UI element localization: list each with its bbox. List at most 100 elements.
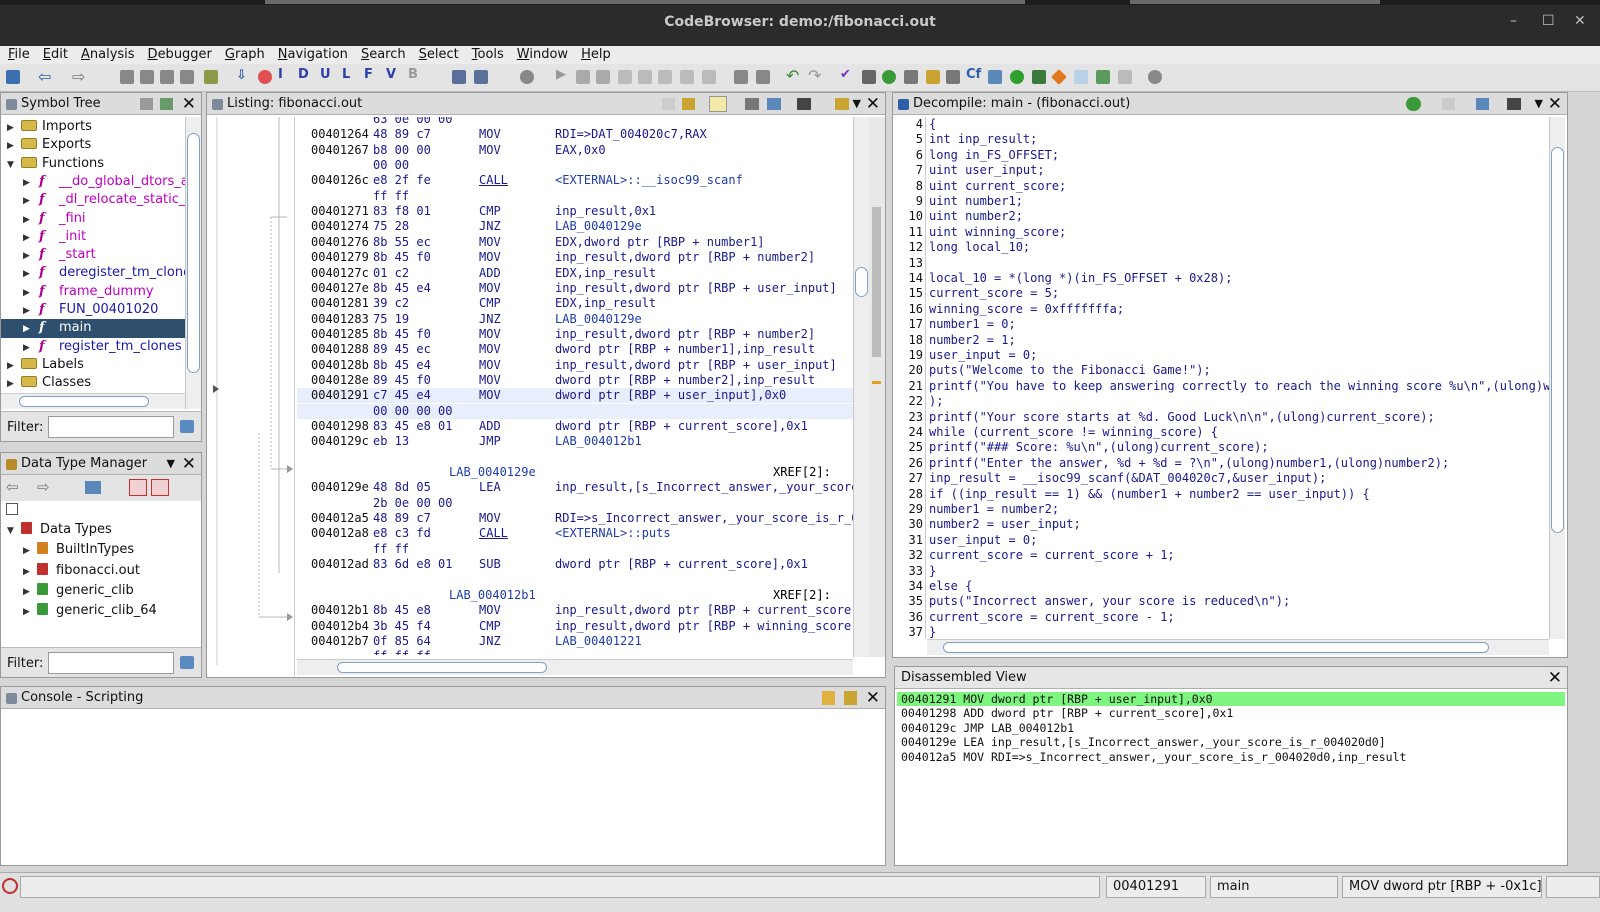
decompiler-line[interactable]: 29 number1 = number2; [893,502,1549,517]
code-text[interactable]: ); [929,394,943,409]
mnemonic[interactable]: MOV [479,281,501,296]
code-text[interactable]: local_10 = *(long *)(in_FS_OFFSET + 0x28… [929,271,1232,286]
save-icon[interactable] [6,70,20,84]
chevron-down-icon[interactable]: ▼ [853,93,861,115]
step-icon[interactable] [702,70,716,84]
scroll-thumb[interactable] [187,133,200,373]
disassembled-line[interactable]: 0040129c JMP LAB_004012b1 [901,721,1074,735]
close-icon[interactable]: ✕ [1548,667,1562,689]
decompiler-line[interactable]: 25 printf("### Score: %u\n",(ulong)curre… [893,440,1549,455]
operand[interactable]: LAB_004012b1 [555,434,642,449]
decompiler-line[interactable]: 4{ [893,117,1549,132]
address[interactable]: 004012b7 [311,634,369,649]
redo-icon[interactable]: ↷ [808,66,822,85]
value-icon[interactable]: V [386,67,400,82]
listing-row[interactable]: 63 0e 00 00 [297,117,853,127]
address[interactable]: 00401298 [311,419,369,434]
navigate-icon[interactable] [204,70,218,84]
listing-row[interactable]: 00401285 8b 45 f0 MOV inp_result,dword ptr … [297,327,853,342]
operand[interactable]: LAB_0040129e [555,219,642,234]
listing-row[interactable]: 0040126c e8 2f fe CALL <EXTERNAL>::__isoc99… [297,173,853,188]
close-icon[interactable]: ✕ [866,93,880,115]
chevron-down-icon[interactable]: ▼ [167,453,175,475]
copy-icon[interactable] [1442,98,1455,110]
code-text[interactable]: current_score = 5; [929,286,1059,301]
listing-label-row[interactable]: LAB_0040129e XREF[2]: [297,465,853,480]
listing-row[interactable]: 2b 0e 00 00 [297,496,853,511]
tool-icon[interactable] [862,70,876,84]
code-label[interactable]: LAB_0040129e [449,465,536,480]
copy-icon[interactable] [662,98,675,110]
code-text[interactable]: user_input = 0; [929,533,1037,548]
scroll-thumb[interactable] [855,267,868,297]
mnemonic[interactable]: JNZ [479,219,501,234]
vertical-scrollbar[interactable] [185,117,201,409]
menu-select[interactable]: Select [411,46,464,64]
instruction-icon[interactable]: I [278,67,292,82]
operand[interactable]: EDX,dword ptr [RBP + number1] [555,235,765,250]
mnemonic[interactable]: MOV [479,373,501,388]
tree-folder-item[interactable]: ▶ Labels [1,356,185,375]
operand[interactable]: LAB_0040129e [555,312,642,327]
listing-row[interactable]: 00 00 [297,158,853,173]
decompiler-line[interactable]: 16 winning_score = 0xfffffffa; [893,302,1549,317]
operand[interactable]: inp_result,dword ptr [RBP + winning_scor… [555,619,853,634]
listing-row[interactable]: 004012b1 8b 45 e8 MOV inp_result,dword ptr … [297,603,853,618]
filter-options-icon[interactable] [180,656,194,669]
decompiler-line[interactable]: 9 uint number1; [893,194,1549,209]
operand[interactable]: inp_result,0x1 [555,204,656,219]
filter-options-icon[interactable] [180,420,194,433]
address[interactable]: 00401285 [311,327,369,342]
listing-row[interactable]: 0040127c 01 c2 ADD EDX,inp_result [297,266,853,281]
decompiler-line[interactable]: 14 local_10 = *(long *)(in_FS_OFFSET + 0… [893,271,1549,286]
close-icon[interactable]: ✕ [1548,93,1562,115]
menu-tools[interactable]: Tools [464,46,509,64]
filter-icon[interactable] [129,479,147,496]
code-label[interactable]: LAB_004012b1 [449,588,536,603]
menu-analysis[interactable]: Analysis [73,46,140,64]
code-text[interactable]: uint number1; [929,194,1023,209]
run-icon[interactable] [1010,70,1024,84]
step-icon[interactable] [638,70,652,84]
decompiler-line[interactable]: 12 long local_10; [893,240,1549,255]
data-type-archive-item[interactable]: ▶ fibonacci.out [1,562,140,581]
address[interactable]: 004012b1 [311,603,369,618]
disassembled-line[interactable]: 004012a5 MOV RDI=>s_Incorrect_answer,_yo… [901,750,1406,764]
tree-toggle-icon[interactable]: ▶ [7,119,17,137]
disassembled-line[interactable]: 00401291 MOV dword ptr [RBP + user_input… [897,692,1565,707]
navigate-icon[interactable] [120,70,134,84]
address[interactable]: 0040127e [311,281,369,296]
data-type-archive-item[interactable]: ▶ generic_clib_64 [1,602,157,621]
code-text[interactable]: uint user_input; [929,163,1045,178]
listing-row[interactable] [297,450,853,465]
code-text[interactable]: } [929,564,936,579]
tool-icon[interactable] [85,481,101,494]
scroll-thumb[interactable] [337,662,547,673]
code-text[interactable]: } [929,625,936,639]
stop-icon[interactable] [258,70,272,84]
folder-icon[interactable] [926,70,940,84]
undo-icon[interactable]: ↶ [786,66,800,85]
address[interactable]: 00401291 [311,388,369,403]
code-text[interactable]: if ((inp_result == 1) && (number1 + numb… [929,487,1370,502]
tool-icon[interactable] [140,98,153,110]
code-text[interactable]: number2 = 1; [929,333,1016,348]
listing-row[interactable]: ff ff [297,542,853,557]
code-text[interactable]: long in_FS_OFFSET; [929,148,1059,163]
decompiler-line[interactable]: 10 uint number2; [893,209,1549,224]
address[interactable]: 00401274 [311,219,369,234]
tree-toggle-icon[interactable]: ▶ [23,265,33,283]
tree-folder-item[interactable]: ▼ Functions [1,155,185,174]
disassembled-line[interactable]: 0040129e LEA inp_result,[s_Incorrect_ans… [901,735,1386,749]
filter-input[interactable] [48,652,174,674]
operand[interactable]: inp_result,dword ptr [RBP + user_input] [555,281,837,296]
code-text[interactable]: puts("Incorrect answer, your score is re… [929,594,1290,609]
tree-toggle-icon[interactable]: ▶ [7,375,17,393]
tool-icon[interactable] [452,70,466,84]
mnemonic[interactable]: MOV [479,358,501,373]
operand[interactable]: LAB_00401221 [555,634,642,649]
function-item[interactable]: ▶ f main [1,319,185,339]
decompiler-line[interactable]: 37 } [893,625,1549,639]
mnemonic[interactable]: SUB [479,557,501,572]
graph-icon[interactable] [988,70,1002,84]
